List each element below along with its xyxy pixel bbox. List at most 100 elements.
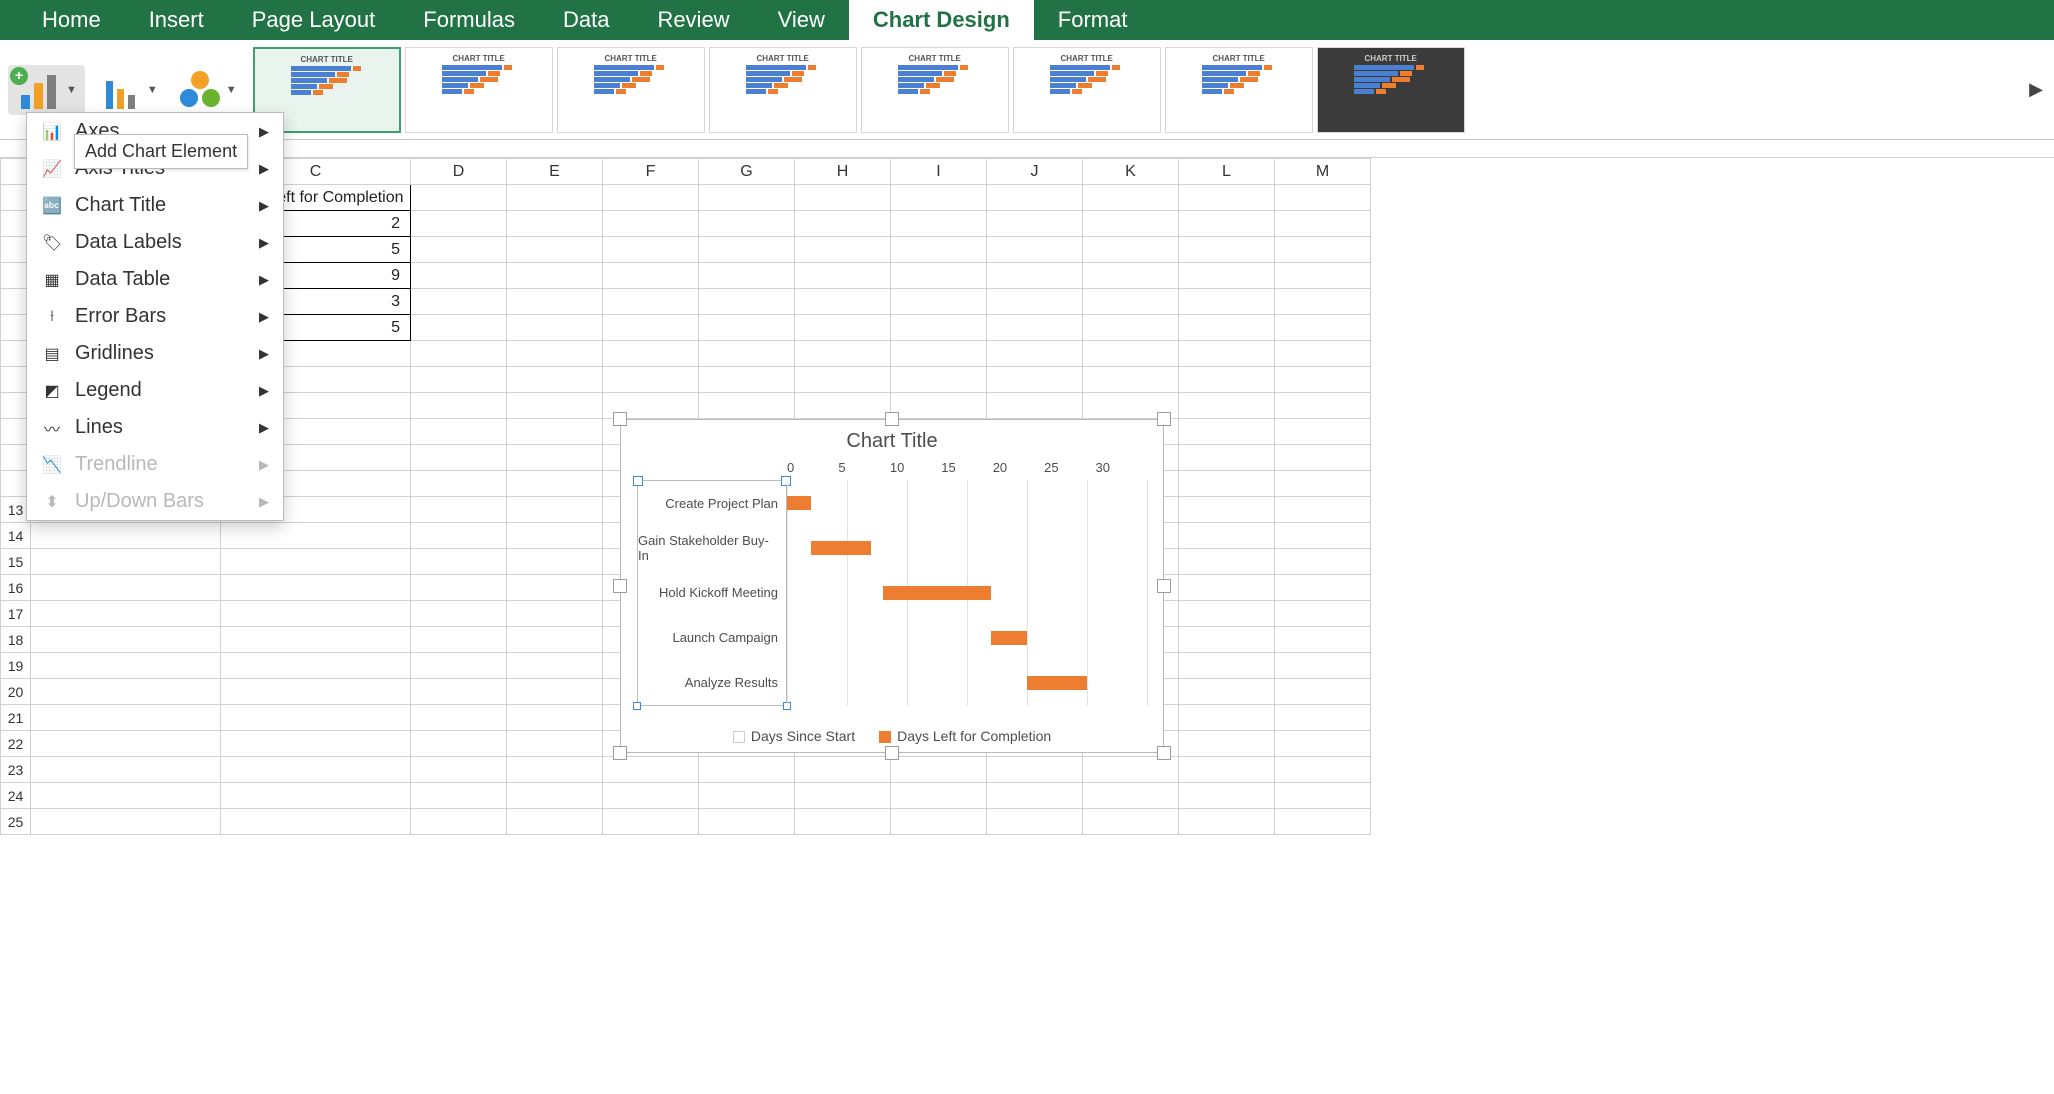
cell[interactable]: [507, 419, 603, 445]
cell[interactable]: [1275, 549, 1371, 575]
cell[interactable]: [795, 809, 891, 835]
tab-review[interactable]: Review: [633, 0, 753, 40]
resize-handle[interactable]: [1157, 412, 1171, 426]
cell[interactable]: [411, 575, 507, 601]
category-label[interactable]: Launch Campaign: [638, 615, 786, 660]
chart-style-thumb-8[interactable]: CHART TITLE: [1317, 47, 1465, 133]
chart-grid-area[interactable]: [787, 480, 1147, 706]
cell[interactable]: [603, 211, 699, 237]
cell[interactable]: [699, 809, 795, 835]
tab-formulas[interactable]: Formulas: [399, 0, 539, 40]
cell[interactable]: [603, 783, 699, 809]
cell[interactable]: [699, 315, 795, 341]
tab-insert[interactable]: Insert: [125, 0, 228, 40]
bar-segment-start[interactable]: [787, 631, 991, 645]
cell[interactable]: [1275, 263, 1371, 289]
cell[interactable]: [987, 757, 1083, 783]
cell[interactable]: [31, 627, 221, 653]
cell[interactable]: [891, 237, 987, 263]
row-header[interactable]: 14: [1, 523, 31, 549]
bar-segment-duration[interactable]: [811, 541, 871, 555]
cell[interactable]: [1275, 419, 1371, 445]
menu-item-error-bars[interactable]: ⟊Error Bars▶: [27, 298, 283, 335]
row-header[interactable]: 15: [1, 549, 31, 575]
cell[interactable]: [411, 211, 507, 237]
cell[interactable]: [1179, 705, 1275, 731]
cell[interactable]: [31, 575, 221, 601]
cell[interactable]: [699, 185, 795, 211]
cell[interactable]: [1083, 367, 1179, 393]
col-header[interactable]: E: [507, 159, 603, 185]
bar-segment-start[interactable]: [787, 586, 883, 600]
tab-view[interactable]: View: [754, 0, 849, 40]
chart-category-axis[interactable]: Create Project PlanGain Stakeholder Buy-…: [637, 480, 787, 706]
cell[interactable]: [411, 185, 507, 211]
cell[interactable]: [411, 783, 507, 809]
cell[interactable]: [699, 211, 795, 237]
cell[interactable]: [1275, 471, 1371, 497]
cell[interactable]: [1179, 757, 1275, 783]
cell[interactable]: [1275, 523, 1371, 549]
sheet-area[interactable]: BCDEFGHIJKLMe StartDays Left for Complet…: [0, 158, 2054, 1094]
cell[interactable]: [603, 809, 699, 835]
cell[interactable]: [1179, 809, 1275, 835]
bar-row[interactable]: [787, 525, 1147, 570]
cell[interactable]: [31, 523, 221, 549]
cell[interactable]: [1083, 783, 1179, 809]
chart-legend[interactable]: Days Since Start Days Left for Completio…: [621, 728, 1163, 744]
cell[interactable]: [603, 367, 699, 393]
cell[interactable]: [1083, 341, 1179, 367]
cell[interactable]: [1275, 809, 1371, 835]
resize-handle[interactable]: [613, 746, 627, 760]
cell[interactable]: [1275, 367, 1371, 393]
cell[interactable]: [31, 601, 221, 627]
chart-plot-area[interactable]: 051015202530 Create Project PlanGain Sta…: [637, 460, 1147, 706]
resize-handle[interactable]: [613, 412, 627, 426]
cell[interactable]: [411, 549, 507, 575]
cell[interactable]: [795, 393, 891, 419]
cell[interactable]: [411, 523, 507, 549]
cell[interactable]: [221, 523, 411, 549]
cell[interactable]: [1179, 289, 1275, 315]
cell[interactable]: [987, 367, 1083, 393]
cell[interactable]: [507, 185, 603, 211]
cell[interactable]: [31, 549, 221, 575]
bar-segment-duration[interactable]: [883, 586, 991, 600]
cell[interactable]: [603, 289, 699, 315]
cell[interactable]: [795, 757, 891, 783]
menu-item-chart-title[interactable]: 🔤Chart Title▶: [27, 187, 283, 224]
cell[interactable]: [507, 263, 603, 289]
cell[interactable]: [795, 211, 891, 237]
cell[interactable]: [221, 809, 411, 835]
cell[interactable]: [1275, 627, 1371, 653]
add-chart-element-button[interactable]: + ▼: [8, 65, 85, 115]
cell[interactable]: [221, 627, 411, 653]
tab-page-layout[interactable]: Page Layout: [228, 0, 400, 40]
cell[interactable]: [1179, 783, 1275, 809]
bar-segment-start[interactable]: [787, 541, 811, 555]
row-header[interactable]: 25: [1, 809, 31, 835]
cell[interactable]: [1275, 341, 1371, 367]
cell[interactable]: [411, 367, 507, 393]
cell[interactable]: [31, 679, 221, 705]
embedded-chart[interactable]: Chart Title 051015202530 Create Project …: [620, 419, 1164, 753]
cell[interactable]: [411, 315, 507, 341]
cell[interactable]: [507, 237, 603, 263]
cell[interactable]: [987, 185, 1083, 211]
cell[interactable]: [411, 237, 507, 263]
cell[interactable]: [1179, 341, 1275, 367]
chart-style-thumb-4[interactable]: CHART TITLE: [709, 47, 857, 133]
bar-segment-duration[interactable]: [1027, 676, 1087, 690]
cell[interactable]: [891, 367, 987, 393]
cell[interactable]: [699, 783, 795, 809]
col-header[interactable]: J: [987, 159, 1083, 185]
cell[interactable]: [1179, 575, 1275, 601]
cell[interactable]: [1083, 315, 1179, 341]
col-header[interactable]: H: [795, 159, 891, 185]
cell[interactable]: [31, 783, 221, 809]
row-header[interactable]: 20: [1, 679, 31, 705]
cell[interactable]: [1275, 315, 1371, 341]
menu-item-data-labels[interactable]: 🏷Data Labels▶: [27, 224, 283, 261]
menu-item-lines[interactable]: 〰Lines▶: [27, 409, 283, 446]
row-header[interactable]: 22: [1, 731, 31, 757]
